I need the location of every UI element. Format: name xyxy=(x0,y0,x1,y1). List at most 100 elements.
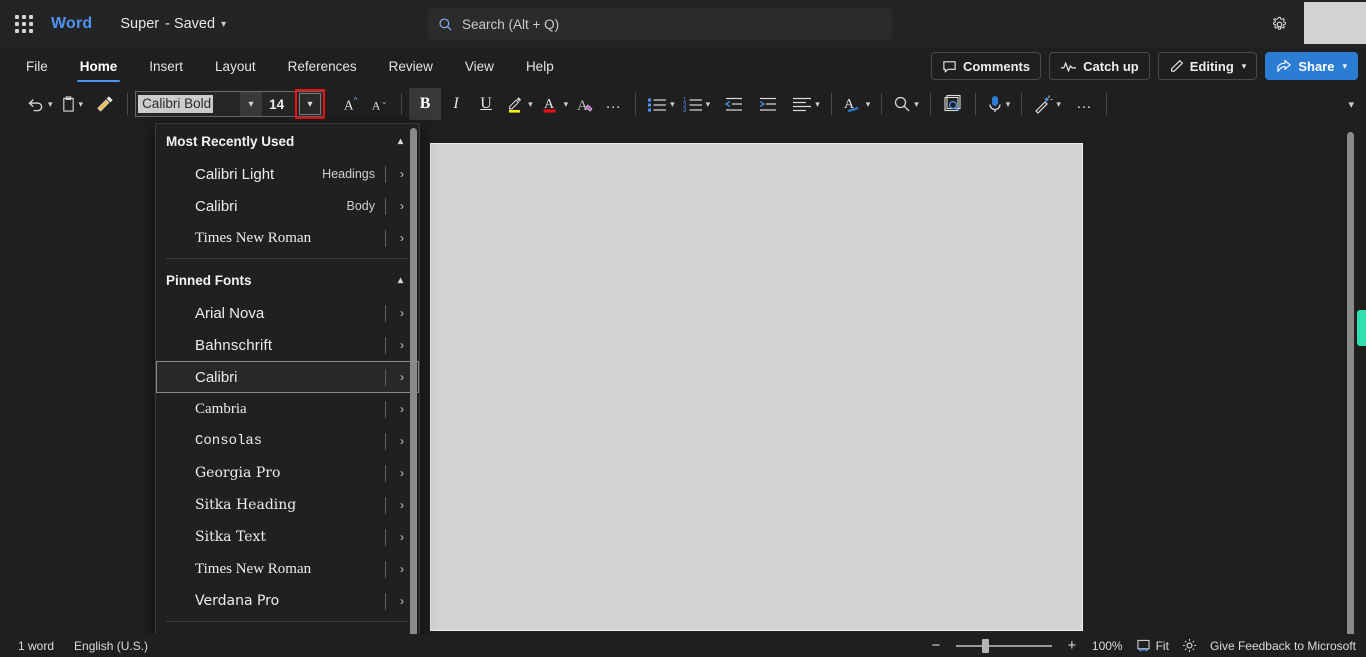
font-item-sitka-text[interactable]: Sitka Text › xyxy=(156,521,419,553)
font-item-consolas[interactable]: Consolas › xyxy=(156,425,419,457)
align-button[interactable]: ▾ xyxy=(788,88,824,120)
chevron-down-icon[interactable]: ▾ xyxy=(914,99,919,110)
group-header-most-recently-used[interactable]: Most Recently Used ▴ xyxy=(156,124,419,158)
dictate-button[interactable]: ▾ xyxy=(983,88,1015,120)
font-name-input[interactable]: Calibri Bold ▾ xyxy=(135,91,264,117)
font-color-button[interactable]: A ▾ xyxy=(537,88,573,120)
font-item-times-new-roman[interactable]: Times New Roman › xyxy=(156,553,419,585)
language-indicator[interactable]: English (U.S.) xyxy=(74,639,148,653)
font-item-georgia-pro[interactable]: Georgia Pro › xyxy=(156,457,419,489)
chevron-right-icon[interactable]: › xyxy=(396,167,408,181)
user-avatar[interactable] xyxy=(1304,2,1366,44)
chevron-down-icon[interactable]: ▾ xyxy=(706,99,711,110)
font-name-dropdown-chevron-down-icon[interactable]: ▾ xyxy=(240,92,263,116)
more-commands-button[interactable]: … xyxy=(1071,88,1099,120)
chevron-down-icon[interactable]: ▾ xyxy=(221,19,226,30)
tab-file[interactable]: File xyxy=(14,49,60,84)
editor-button[interactable] xyxy=(938,88,968,120)
zoom-out-button[interactable]: − xyxy=(929,637,943,654)
font-item-calibri[interactable]: Calibri › xyxy=(156,361,419,393)
tab-references[interactable]: References xyxy=(276,49,369,84)
fit-page-button[interactable]: Fit xyxy=(1136,639,1169,653)
font-item-times-new-roman-mru[interactable]: Times New Roman › xyxy=(156,222,419,254)
chevron-right-icon[interactable]: › xyxy=(396,402,408,416)
document-title[interactable]: Super - Saved ▾ xyxy=(120,16,226,32)
chevron-down-icon[interactable]: ▾ xyxy=(1056,99,1061,110)
font-item-verdana-pro[interactable]: Verdana Pro › xyxy=(156,585,419,617)
tab-view[interactable]: View xyxy=(453,49,506,84)
increase-indent-button[interactable] xyxy=(754,88,782,120)
chevron-down-icon[interactable]: ▾ xyxy=(670,99,675,110)
collapse-ribbon-chevron-down-icon[interactable]: ▾ xyxy=(1348,98,1354,111)
paste-button[interactable]: ▾ xyxy=(57,88,88,120)
zoom-in-button[interactable]: + xyxy=(1065,637,1079,654)
chevron-right-icon[interactable]: › xyxy=(396,231,408,245)
font-panel-scrollbar[interactable] xyxy=(410,128,417,654)
word-count[interactable]: 1 word xyxy=(18,639,54,653)
zoom-level-label[interactable]: 100% xyxy=(1092,639,1123,653)
clear-formatting-button[interactable]: A xyxy=(572,88,600,120)
font-item-bahnschrift[interactable]: Bahnschrift › xyxy=(156,329,419,361)
chevron-right-icon[interactable]: › xyxy=(396,199,408,213)
grow-font-button[interactable]: A ^ xyxy=(338,88,366,120)
chevron-down-icon[interactable]: ▾ xyxy=(79,99,84,110)
decrease-indent-button[interactable] xyxy=(720,88,748,120)
bold-button[interactable]: B xyxy=(409,88,442,120)
chevron-right-icon[interactable]: › xyxy=(396,370,408,384)
underline-button[interactable]: U xyxy=(471,88,501,120)
give-feedback-link[interactable]: Give Feedback to Microsoft xyxy=(1210,639,1356,653)
shrink-font-button[interactable]: A ⌄ xyxy=(366,88,394,120)
highlight-button[interactable]: ▾ xyxy=(501,88,537,120)
zoom-slider-thumb[interactable] xyxy=(981,638,989,653)
vertical-scrollbar[interactable] xyxy=(1347,132,1354,649)
more-font-options-button[interactable]: … xyxy=(600,88,628,120)
tab-home[interactable]: Home xyxy=(68,49,130,84)
chevron-right-icon[interactable]: › xyxy=(396,562,408,576)
chevron-right-icon[interactable]: › xyxy=(396,466,408,480)
chevron-right-icon[interactable]: › xyxy=(396,498,408,512)
app-launcher-icon[interactable] xyxy=(13,13,35,35)
format-painter-button[interactable] xyxy=(91,88,120,120)
chevron-down-icon[interactable]: ▾ xyxy=(48,99,53,110)
tab-layout[interactable]: Layout xyxy=(203,49,268,84)
settings-gear-icon[interactable] xyxy=(1266,11,1292,37)
find-button[interactable]: ▾ xyxy=(889,88,923,120)
font-item-arial-nova[interactable]: Arial Nova › xyxy=(156,297,419,329)
chevron-down-icon[interactable]: ▾ xyxy=(815,99,820,110)
editing-mode-button[interactable]: Editing ▾ xyxy=(1157,52,1258,80)
font-item-cambria[interactable]: Cambria › xyxy=(156,393,419,425)
chevron-down-icon[interactable]: ▾ xyxy=(564,99,569,110)
font-size-input[interactable]: 14 ▾ xyxy=(262,89,326,119)
chevron-right-icon[interactable]: › xyxy=(396,338,408,352)
comments-button[interactable]: Comments xyxy=(930,52,1042,80)
chevron-right-icon[interactable]: › xyxy=(396,306,408,320)
font-item-calibri-mru[interactable]: Calibri Body › xyxy=(156,190,419,222)
chevron-down-icon[interactable]: ▾ xyxy=(528,99,533,110)
catch-up-button[interactable]: Catch up xyxy=(1049,52,1150,80)
font-item-calibri-light[interactable]: Calibri Light Headings › xyxy=(156,158,419,190)
focus-mode-icon[interactable] xyxy=(1182,638,1197,653)
bullet-list-button[interactable]: ▾ xyxy=(643,88,679,120)
document-page[interactable] xyxy=(430,143,1083,631)
copilot-button[interactable]: ▾ xyxy=(1029,88,1065,120)
italic-button[interactable]: I xyxy=(441,88,471,120)
group-header-pinned-fonts[interactable]: Pinned Fonts ▴ xyxy=(156,263,419,297)
chevron-down-icon[interactable]: ▾ xyxy=(1006,99,1011,110)
font-item-label: Cambria xyxy=(195,400,247,417)
chevron-right-icon[interactable]: › xyxy=(396,530,408,544)
tab-help[interactable]: Help xyxy=(514,49,566,84)
share-button[interactable]: Share ▾ xyxy=(1265,52,1358,80)
chevron-right-icon[interactable]: › xyxy=(396,434,408,448)
chevron-right-icon[interactable]: › xyxy=(396,594,408,608)
zoom-slider[interactable] xyxy=(955,638,1052,653)
font-item-sitka-heading[interactable]: Sitka Heading › xyxy=(156,489,419,521)
undo-button[interactable]: ▾ xyxy=(22,88,57,120)
numbered-list-button[interactable]: 123 ▾ xyxy=(679,88,715,120)
search-box[interactable]: Search (Alt + Q) xyxy=(428,8,892,40)
styles-button[interactable]: A ▾ xyxy=(839,88,875,120)
tab-review[interactable]: Review xyxy=(377,49,445,84)
app-name[interactable]: Word xyxy=(51,15,92,33)
font-size-dropdown-chevron-down-icon[interactable]: ▾ xyxy=(295,89,326,119)
tab-insert[interactable]: Insert xyxy=(137,49,195,84)
chevron-down-icon[interactable]: ▾ xyxy=(866,99,871,110)
